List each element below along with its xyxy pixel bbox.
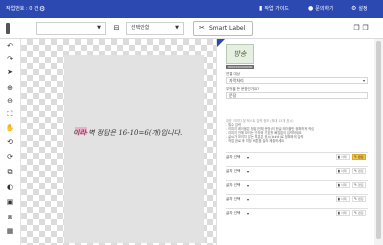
fit-screen-icon[interactable]: ⛶ [4, 109, 16, 119]
settings-gear-icon[interactable]: ⚙ [39, 4, 47, 14]
chevron-down-icon[interactable]: ▾ [247, 155, 249, 160]
image-icon[interactable]: ⊟ [112, 23, 121, 33]
app-window: 작업번호 : 0 건 ⚙ ▮ 작업 가이드 ● 문의하기 ⚙ 설정 ▼ ⊟ 선택안함 … [0, 0, 383, 245]
copy-icon[interactable]: ❐ [352, 23, 361, 33]
paste-icon[interactable]: ❐ [361, 23, 370, 33]
trash-icon: ▮ [338, 183, 340, 187]
crop-icon[interactable]: ⧉ [4, 167, 16, 177]
option-select[interactable]: 선택안함 ▼ [126, 22, 184, 35]
scrollbar-thumb[interactable] [376, 41, 381, 239]
edit-button[interactable]: ✎편집 [352, 154, 366, 160]
pencil-icon: ✎ [354, 211, 357, 215]
guide-button[interactable]: ▮ 작업 가이드 [259, 4, 289, 14]
field1-select[interactable]: 자막처리 ▾ [226, 77, 368, 84]
edit-button[interactable]: ✎편집 [352, 196, 366, 202]
trash-icon: ▮ [338, 197, 340, 201]
top-bar: 작업번호 : 0 건 ⚙ ▮ 작업 가이드 ● 문의하기 ⚙ 설정 [0, 0, 383, 18]
pointer-icon[interactable]: ➤ [4, 67, 16, 77]
label-row[interactable]: 글자 선택 ▾ ▮삭제 ✎편집 [226, 208, 368, 217]
delete-button[interactable]: ▮삭제 [336, 196, 350, 202]
label-thumbnail[interactable]: 방송 [226, 44, 254, 64]
help-icon: ● [308, 5, 314, 12]
chevron-down-icon: ▾ [362, 78, 365, 83]
instructions-block: 대표 이미지 및 텍스트 입력 정보 (최대 15개 표시) - 필수 입력 -… [226, 119, 368, 144]
pencil-icon: ✎ [354, 197, 357, 201]
toolbar: ▼ ⊟ 선택안함 ▼ ✂ Smart Label ❐ ❐ [0, 18, 383, 39]
gear-icon: ⚙ [351, 5, 357, 12]
panel-corner-marker [217, 39, 225, 47]
chevron-down-icon[interactable]: ▾ [247, 169, 249, 174]
label-row[interactable]: 글자 선택 ▾ ▮삭제 ✎편집 [226, 166, 368, 175]
instruction-line: - 작업 완료 후 저장 버튼을 눌러 제출하세요 [226, 139, 285, 143]
delete-button[interactable]: ▮삭제 [336, 210, 350, 216]
trash-icon: ▮ [338, 155, 340, 159]
chevron-down-icon: ▼ [175, 25, 179, 31]
smart-label-button[interactable]: ✂ Smart Label [193, 21, 253, 36]
edit-button[interactable]: ✎편집 [352, 182, 366, 188]
chevron-down-icon[interactable]: ▾ [247, 211, 249, 216]
edit-button[interactable]: ✎편집 [352, 168, 366, 174]
tool-column: ↶ ↷ ➤ ⊕ ⊖ ⛶ ✋ ⟲ ⟳ ⧉ ◐ ▣ ⧈ ▦ [0, 39, 21, 245]
label-row[interactable]: 글자 선택 ▾ ▮삭제 ✎편집 [226, 180, 368, 189]
hand-icon[interactable]: ✋ [4, 123, 16, 133]
properties-panel: 방송 0000000000000 연결 대상 자막처리 ▾ 무엇을 쓴 문장인가… [216, 39, 374, 245]
delete-button[interactable]: ▮삭제 [336, 182, 350, 188]
image-canvas[interactable]: 이라·벽 정답은 16-10=6(개)입니다. [21, 39, 216, 245]
chevron-down-icon: ▼ [97, 25, 101, 31]
delete-button[interactable]: ▮삭제 [336, 154, 350, 160]
edit-button[interactable]: ✎편집 [352, 210, 366, 216]
job-count-label: 작업번호 : 0 건 [6, 6, 39, 12]
magic-wand-icon: ✂ [199, 24, 205, 32]
help-button[interactable]: ● 문의하기 [308, 4, 334, 14]
pencil-icon: ✎ [354, 183, 357, 187]
grid-icon[interactable]: ▦ [4, 226, 16, 236]
reset-icon[interactable]: ⟳ [4, 152, 16, 162]
panel-scrollbar[interactable] [374, 39, 383, 245]
chevron-down-icon[interactable]: ▾ [247, 183, 249, 188]
undo-icon[interactable]: ↶ [4, 41, 16, 51]
document-image[interactable]: 이라·벽 정답은 16-10=6(개)입니다. [64, 55, 204, 243]
rotate-icon[interactable]: ⟲ [4, 137, 16, 147]
field2-input[interactable]: 문장 [226, 92, 368, 99]
book-icon: ▮ [259, 5, 263, 12]
trash-icon: ▮ [338, 169, 340, 173]
redo-icon[interactable]: ↷ [4, 54, 16, 64]
delete-button[interactable]: ▮삭제 [336, 168, 350, 174]
image-adjust-icon[interactable]: ▣ [4, 197, 16, 207]
trash-icon: ▮ [338, 211, 340, 215]
thumbnail-caption: 0000000000000 [226, 65, 254, 69]
layers-icon[interactable]: ⧈ [4, 212, 16, 222]
label-row[interactable]: 글자 선택 ▾ ▮삭제 ✎편집 [226, 194, 368, 203]
handwritten-text: 이라·벽 정답은 16-10=6(개)입니다. [73, 129, 183, 137]
menu-handle-icon[interactable] [6, 23, 10, 34]
zoom-in-icon[interactable]: ⊕ [4, 83, 16, 93]
settings-button[interactable]: ⚙ 설정 [351, 4, 368, 14]
label-row[interactable]: 글자 선택 ▾ ▮삭제 ✎편집 [226, 152, 368, 161]
pencil-icon: ✎ [354, 169, 357, 173]
class-select[interactable]: ▼ [36, 22, 106, 35]
pencil-icon: ✎ [354, 155, 357, 159]
chevron-down-icon[interactable]: ▾ [247, 197, 249, 202]
zoom-out-icon[interactable]: ⊖ [4, 96, 16, 106]
brightness-icon[interactable]: ◐ [4, 182, 16, 192]
